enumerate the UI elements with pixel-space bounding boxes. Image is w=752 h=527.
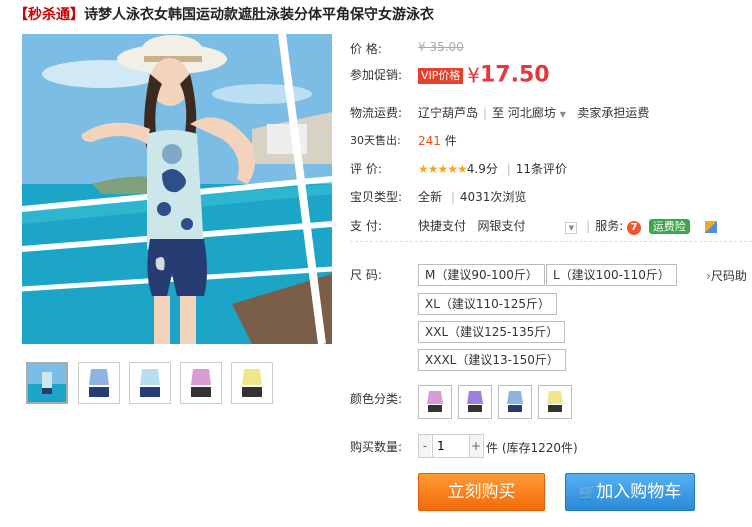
quantity-increment-button[interactable]: + (470, 435, 482, 457)
color-swatch-purple[interactable] (458, 385, 492, 419)
thumbnail-yellow[interactable] (231, 362, 273, 404)
payment-row: 支 付: 快捷支付 网银支付 ▼ | 服务: 7 运费险 (350, 217, 717, 235)
type-label: 宝贝类型: (350, 190, 403, 204)
price-label: 价 格: (350, 42, 382, 56)
thumbnail-image (89, 369, 109, 397)
swatch-image (427, 391, 443, 412)
thumbnail-image (191, 369, 211, 397)
sales-row: 30天售出: 241 件 (350, 132, 457, 148)
add-to-cart-label: 加入购物车 (596, 482, 682, 502)
payment-label: 支 付: (350, 219, 382, 233)
cart-icon: 🛒 (578, 485, 597, 501)
size-option-xl[interactable]: XL（建议110-125斤） (418, 293, 558, 315)
color-swatch-yellow[interactable] (538, 385, 572, 419)
bank-pay: 网银支付 (477, 219, 526, 233)
shipping-destination[interactable]: 河北廊坊 (508, 106, 556, 120)
star-rating-icon: ★★★★★ (418, 162, 468, 176)
review-count-link[interactable]: 11条评价 (516, 162, 567, 176)
currency-symbol: ¥ (467, 63, 480, 88)
rating-label: 评 价: (350, 162, 382, 176)
rating-row: 评 价: ★★★★★4.9分 | 11条评价 (350, 162, 568, 176)
shipping-from: 辽宁葫芦岛 (418, 106, 479, 120)
color-label: 颜色分类: (350, 392, 403, 406)
color-label-row: 颜色分类: (350, 390, 402, 407)
thumbnail-image (242, 369, 262, 397)
type-row: 宝贝类型: 全新 | 4031次浏览 (350, 190, 527, 204)
thumbnail-image (140, 369, 160, 397)
size-option-xxxl[interactable]: XXXL（建议13-150斤） (418, 349, 566, 371)
size-label-row: 尺 码: (350, 266, 382, 283)
quantity-decrement-button[interactable]: - (419, 435, 431, 457)
shipping-insurance-badge: 运费险 (648, 219, 690, 234)
swatch-image (507, 391, 523, 412)
model-photo (22, 34, 332, 344)
swatch-image (547, 391, 563, 412)
view-count: 4031次浏览 (459, 190, 527, 204)
quantity-label: 购买数量: (350, 440, 403, 454)
thumbnail-image (28, 364, 66, 402)
shipping-row: 物流运费: 辽宁葫芦岛 | 至 河北廊坊 ▼ 卖家承担运费 (350, 106, 650, 120)
color-swatch-blue[interactable] (498, 385, 532, 419)
color-swatch-pink[interactable] (418, 385, 452, 419)
product-title: 【秒杀通】诗梦人泳衣女韩国运动款遮肚泳装分体平角保守女游泳衣 (14, 4, 434, 24)
shipping-note: 卖家承担运费 (577, 106, 650, 120)
size-chart-link[interactable]: ›尺码助 (706, 267, 747, 284)
promo-row: 参加促销: VIP价格 ¥17.50 (350, 62, 550, 88)
stock-info: 件 (库存1220件) (486, 441, 578, 455)
thumbnail-main[interactable] (26, 362, 68, 404)
sales-unit: 件 (444, 134, 457, 148)
size-label: 尺 码: (350, 268, 382, 282)
service-extra-icon (704, 220, 717, 233)
size-chart-label: 尺码助 (710, 269, 747, 283)
vip-badge: VIP价格 (418, 67, 464, 84)
seven-day-return-icon: 7 (627, 221, 642, 235)
thumbnail-blue[interactable] (78, 362, 120, 404)
divider (350, 241, 752, 242)
quantity-label-row: 购买数量: (350, 438, 402, 455)
main-product-image[interactable] (22, 34, 332, 344)
promo-label: 参加促销: (350, 68, 403, 82)
chevron-down-icon[interactable]: ▼ (560, 110, 566, 119)
size-option-xxl[interactable]: XXL（建议125-135斤） (418, 321, 566, 343)
product-name: 诗梦人泳衣女韩国运动款遮肚泳装分体平角保守女游泳衣 (84, 7, 434, 23)
quick-pay: 快捷支付 (418, 219, 467, 233)
original-price: ¥ 35.00 (418, 40, 464, 54)
buy-now-button[interactable]: 立刻购买 (418, 473, 545, 511)
price-row: 价 格: ¥ 35.00 (350, 40, 464, 57)
service-label: 服务: (595, 219, 624, 233)
promo-price: 17.50 (479, 62, 550, 88)
shipping-label: 物流运费: (350, 106, 403, 120)
thumbnail-pink[interactable] (180, 362, 222, 404)
sales-label: 30天售出: (350, 134, 401, 147)
quantity-input[interactable] (432, 435, 470, 457)
sales-count: 241 (418, 134, 441, 148)
promo-tag: 【秒杀通】 (14, 7, 84, 23)
add-to-cart-button[interactable]: 🛒加入购物车 (565, 473, 695, 511)
payment-dropdown-icon[interactable]: ▼ (565, 222, 578, 234)
thumbnail-lightblue[interactable] (129, 362, 171, 404)
swatch-image (467, 391, 483, 412)
shipping-to-prefix: 至 (492, 106, 505, 120)
size-option-l[interactable]: L（建议100-110斤） (546, 264, 677, 286)
size-option-m[interactable]: M（建议90-100斤） (418, 264, 545, 286)
quantity-stepper: - + (418, 434, 484, 458)
rating-score: 4.9分 (466, 162, 498, 176)
item-condition: 全新 (418, 190, 443, 204)
